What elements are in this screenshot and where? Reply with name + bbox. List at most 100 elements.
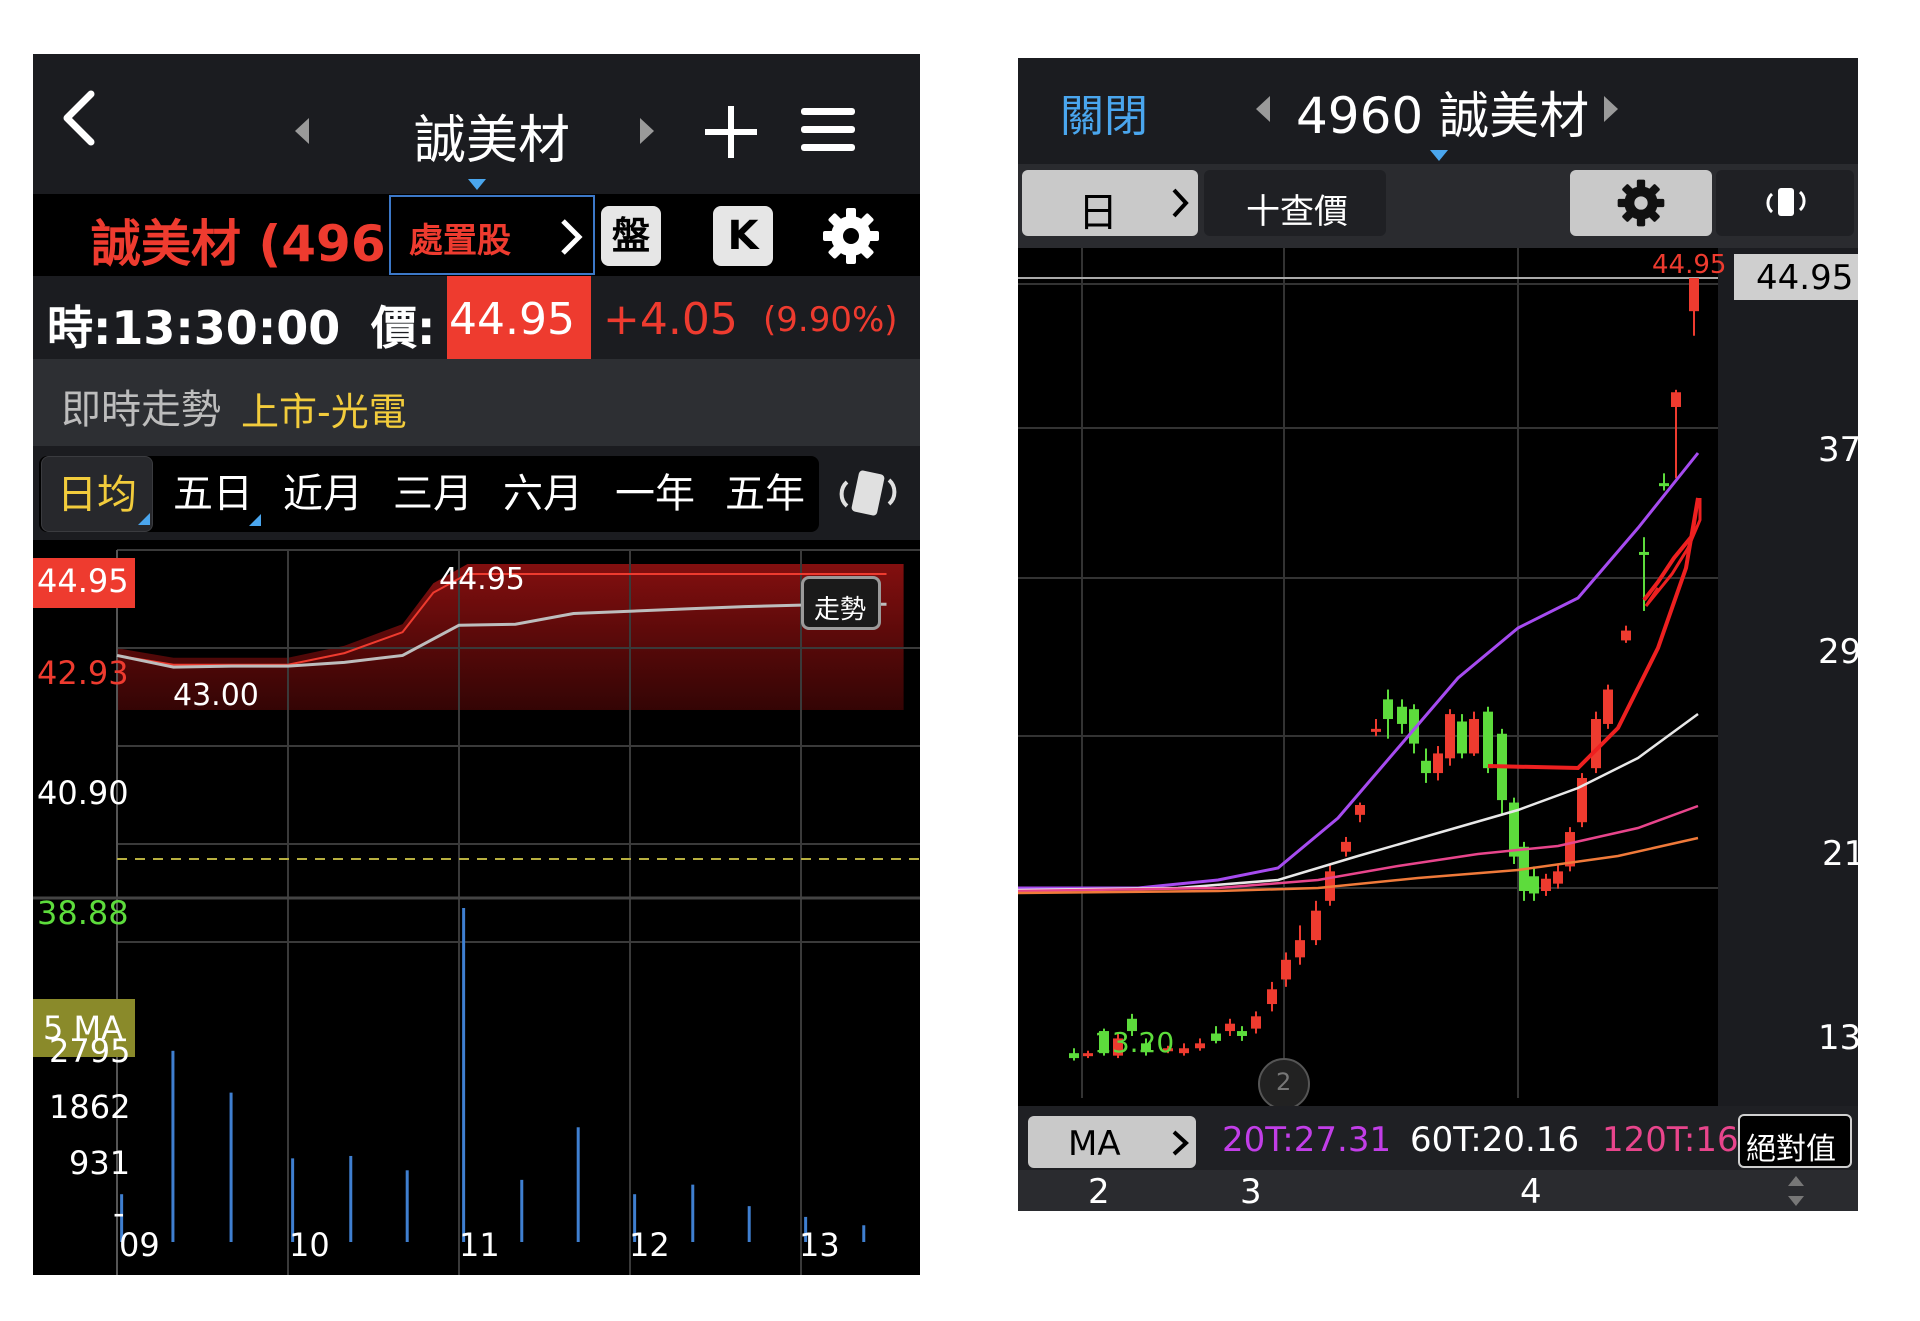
candle-body bbox=[1069, 1053, 1079, 1059]
volume-tick-label: 931 bbox=[69, 1144, 131, 1182]
period-tabs: 日均 五日 近月 三月 六月 一年 五年 bbox=[39, 456, 819, 532]
period-label: 日 bbox=[1078, 190, 1118, 236]
tab-one-year[interactable]: 一年 bbox=[605, 456, 705, 532]
low-annotation: 43.00 bbox=[173, 678, 259, 713]
candle-body bbox=[1267, 989, 1277, 1005]
resize-handle-icon[interactable] bbox=[1786, 1174, 1806, 1208]
volume-bar bbox=[691, 1184, 695, 1242]
volume-bar bbox=[747, 1206, 751, 1242]
ma20-value: 20T:27.31 bbox=[1222, 1120, 1392, 1160]
kline-chart bbox=[1018, 248, 1858, 1106]
candle-body bbox=[1445, 714, 1455, 759]
candle-body bbox=[1225, 1023, 1235, 1032]
x-tick-label: 11 bbox=[459, 1226, 500, 1264]
rotate-button[interactable] bbox=[1716, 170, 1854, 236]
settings-button[interactable] bbox=[1570, 170, 1712, 236]
next-stock-icon[interactable] bbox=[1602, 96, 1618, 122]
x-tick-label: 2 bbox=[1088, 1172, 1110, 1211]
candle-body bbox=[1355, 805, 1365, 815]
chevron-right-icon bbox=[561, 219, 583, 255]
ma20-line bbox=[1018, 452, 1700, 890]
price-box: 44.95 bbox=[447, 276, 591, 359]
disposal-stock-button[interactable]: 處置股 bbox=[389, 195, 595, 275]
left-phone-screen: 誠美材 誠美材 (496 處置股 盤 K 時:13:30:00 價: 44.95… bbox=[33, 54, 920, 1275]
ma240-line bbox=[1018, 836, 1699, 895]
candle-body bbox=[1541, 878, 1551, 892]
candle-body bbox=[1639, 551, 1649, 555]
candle-body bbox=[1211, 1033, 1221, 1041]
intraday-chart bbox=[33, 548, 920, 1275]
top-nav-bar: 誠美材 bbox=[33, 54, 920, 194]
candle-body bbox=[1483, 711, 1493, 769]
absolute-value-button[interactable]: 絕對值 bbox=[1738, 1114, 1852, 1168]
y-tick-label: 42.93 bbox=[37, 654, 129, 692]
candle-body bbox=[1689, 278, 1699, 312]
tab-five-year[interactable]: 五年 bbox=[715, 456, 815, 532]
add-icon[interactable] bbox=[703, 104, 759, 160]
pan-button[interactable]: 盤 bbox=[601, 206, 661, 266]
quote-time: 時:13:30:00 bbox=[47, 301, 341, 355]
kline-nav-bar: 關閉 4960 誠美材 bbox=[1018, 58, 1858, 164]
volume-bar bbox=[576, 1127, 580, 1242]
prev-stock-icon[interactable] bbox=[295, 118, 311, 144]
tab-five-day[interactable]: 五日 bbox=[163, 456, 263, 532]
ma120-value: 120T:16 bbox=[1602, 1120, 1739, 1160]
candle-body bbox=[1195, 1043, 1205, 1049]
candle-body bbox=[1621, 630, 1631, 641]
trend-button[interactable]: 走勢 bbox=[801, 576, 881, 630]
candle-body bbox=[1591, 719, 1601, 769]
k-chart-button[interactable]: K bbox=[713, 206, 773, 266]
candle-body bbox=[1179, 1048, 1189, 1054]
y-tick-label: 40.90 bbox=[37, 774, 129, 812]
candle-body bbox=[1553, 871, 1563, 884]
kline-title: 4960 誠美材 bbox=[1296, 87, 1590, 145]
rotate-screen-icon bbox=[1766, 188, 1806, 216]
menu-icon[interactable] bbox=[801, 104, 855, 156]
y-tick-label: 13 bbox=[1818, 1018, 1858, 1058]
gear-icon[interactable] bbox=[821, 206, 881, 266]
query-price-button[interactable]: 十查價 bbox=[1204, 170, 1386, 236]
candle-body bbox=[1295, 940, 1305, 958]
volume-tick-label: 1862 bbox=[49, 1088, 131, 1126]
market-label: 上市-光電 bbox=[241, 390, 407, 434]
candle-body bbox=[1421, 760, 1431, 774]
x-tick-label: 13 bbox=[799, 1226, 840, 1264]
tab-month[interactable]: 近月 bbox=[273, 456, 373, 532]
candle-body bbox=[1671, 392, 1681, 407]
period-tab-bar: 日均 五日 近月 三月 六月 一年 五年 bbox=[33, 446, 920, 540]
candle-body bbox=[1083, 1053, 1093, 1057]
candle-body bbox=[1281, 959, 1291, 980]
candle-body bbox=[1341, 841, 1351, 852]
ma-select-button[interactable]: MA bbox=[1028, 1116, 1196, 1168]
stock-header-row: 誠美材 (496 處置股 盤 K bbox=[33, 194, 920, 276]
chevron-right-icon bbox=[1172, 188, 1189, 218]
volume-bar bbox=[405, 1170, 409, 1242]
x-tick-label: 09 bbox=[119, 1226, 160, 1264]
y-tick-label: 44.95 bbox=[37, 562, 129, 600]
title-dropdown-icon[interactable] bbox=[468, 179, 486, 190]
candle-body bbox=[1383, 699, 1393, 720]
period-select-button[interactable]: 日 bbox=[1022, 170, 1198, 236]
next-stock-icon[interactable] bbox=[638, 118, 654, 144]
gear-icon bbox=[1617, 179, 1665, 227]
high-annotation: 44.95 bbox=[439, 562, 525, 597]
page-badge[interactable]: 2 bbox=[1258, 1058, 1310, 1110]
tab-six-month[interactable]: 六月 bbox=[493, 456, 593, 532]
candle-body bbox=[1251, 1016, 1261, 1029]
volume-bar bbox=[862, 1225, 866, 1242]
last-price-badge: 44.95 bbox=[1734, 254, 1858, 300]
volume-bar bbox=[229, 1092, 233, 1242]
title-dropdown-icon[interactable] bbox=[1430, 150, 1448, 161]
prev-stock-icon[interactable] bbox=[1256, 96, 1272, 122]
low-annotation: 13.20 bbox=[1094, 1026, 1175, 1059]
price-axis-panel bbox=[1718, 248, 1858, 1106]
rotate-screen-icon[interactable] bbox=[833, 468, 903, 518]
close-button[interactable]: 關閉 bbox=[1060, 80, 1148, 144]
back-icon[interactable] bbox=[59, 88, 99, 148]
volume-bar bbox=[171, 1050, 175, 1242]
tab-intraday[interactable]: 日均 bbox=[41, 456, 153, 532]
candle-body bbox=[1237, 1031, 1247, 1036]
disposal-label: 處置股 bbox=[409, 221, 511, 261]
tab-three-month[interactable]: 三月 bbox=[383, 456, 483, 532]
price-change: +4.05 bbox=[603, 294, 738, 345]
